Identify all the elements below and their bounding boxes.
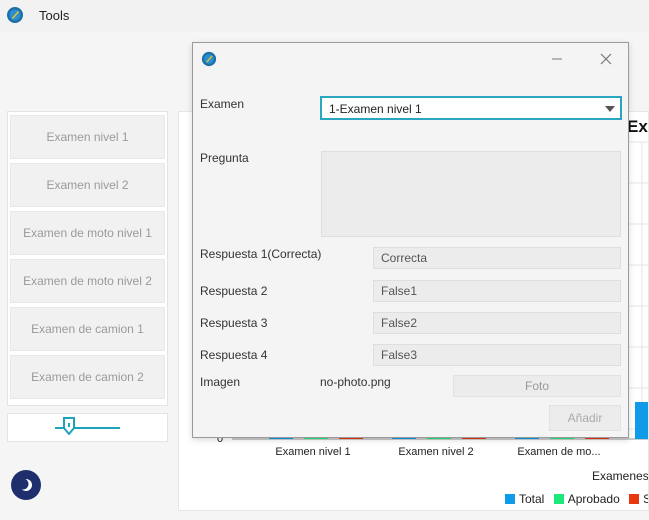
chevron-down-icon xyxy=(605,106,615,112)
app-logo-icon xyxy=(7,7,23,23)
minimize-icon[interactable] xyxy=(549,51,565,67)
respuesta-1-input[interactable]: Correcta xyxy=(373,247,621,269)
sidebar-item-examen-moto-nivel-1[interactable]: Examen de moto nivel 1 xyxy=(10,211,165,255)
pregunta-textarea[interactable] xyxy=(321,151,621,237)
legend-label: Su xyxy=(643,492,648,506)
legend-swatch xyxy=(505,494,515,504)
zoom-slider[interactable] xyxy=(7,413,168,442)
respuesta-1-label: Respuesta 1(Correcta) xyxy=(200,247,322,261)
legend-item[interactable]: Su xyxy=(629,492,648,506)
examen-select-value: 1-Examen nivel 1 xyxy=(329,102,422,116)
app-title: Tools xyxy=(39,8,70,23)
imagen-filename: no-photo.png xyxy=(320,375,391,389)
chart-legend: Total Aprobado Su xyxy=(505,492,648,507)
close-icon[interactable] xyxy=(598,51,614,67)
sidebar-item-examen-nivel-2[interactable]: Examen nivel 2 xyxy=(10,163,165,207)
title-bar: Tools xyxy=(0,0,649,32)
respuesta-2-label: Respuesta 2 xyxy=(200,284,268,298)
add-question-dialog: Examen 1-Examen nivel 1 Pregunta Respues… xyxy=(192,42,629,438)
slider-handle[interactable] xyxy=(63,417,75,435)
theme-toggle-button[interactable] xyxy=(11,470,41,500)
app-logo-icon xyxy=(201,51,217,67)
x-tick-label: Examen nivel 1 xyxy=(275,446,351,458)
x-tick-label: Examen nivel 2 xyxy=(398,446,474,458)
imagen-label: Imagen xyxy=(200,375,241,389)
legend-label: Total xyxy=(519,492,545,506)
sidebar-item-examen-moto-nivel-2[interactable]: Examen de moto nivel 2 xyxy=(10,259,165,303)
examen-label: Examen xyxy=(200,97,245,111)
pregunta-label: Pregunta xyxy=(200,151,249,165)
legend-item[interactable]: Aprobado xyxy=(553,492,620,506)
legend-label: Aprobado xyxy=(567,492,620,506)
sidebar-item-examen-nivel-1[interactable]: Examen nivel 1 xyxy=(10,115,165,159)
add-button[interactable]: Añadir xyxy=(549,405,621,431)
sidebar-item-examen-camion-1[interactable]: Examen de camion 1 xyxy=(10,307,165,351)
sidebar-item-examen-camion-2[interactable]: Examen de camion 2 xyxy=(10,355,165,399)
legend-swatch xyxy=(553,494,564,504)
x-tick-label: Examen de mo... xyxy=(517,446,601,458)
foto-button[interactable]: Foto xyxy=(453,375,621,397)
dialog-title-bar xyxy=(193,43,628,74)
respuesta-2-input[interactable]: False1 xyxy=(373,280,621,302)
exam-sidebar: Examen nivel 1 Examen nivel 2 Examen de … xyxy=(7,111,168,406)
x-axis-label: Examenes xyxy=(592,469,649,483)
respuesta-3-label: Respuesta 3 xyxy=(200,316,268,330)
moon-icon xyxy=(18,478,32,491)
respuesta-4-label: Respuesta 4 xyxy=(200,348,268,362)
legend-item[interactable]: Total xyxy=(505,492,544,506)
examen-select[interactable]: 1-Examen nivel 1 xyxy=(320,96,622,120)
respuesta-4-input[interactable]: False3 xyxy=(373,344,621,366)
respuesta-3-input[interactable]: False2 xyxy=(373,312,621,334)
bar-total xyxy=(635,402,648,439)
legend-swatch xyxy=(629,494,640,504)
